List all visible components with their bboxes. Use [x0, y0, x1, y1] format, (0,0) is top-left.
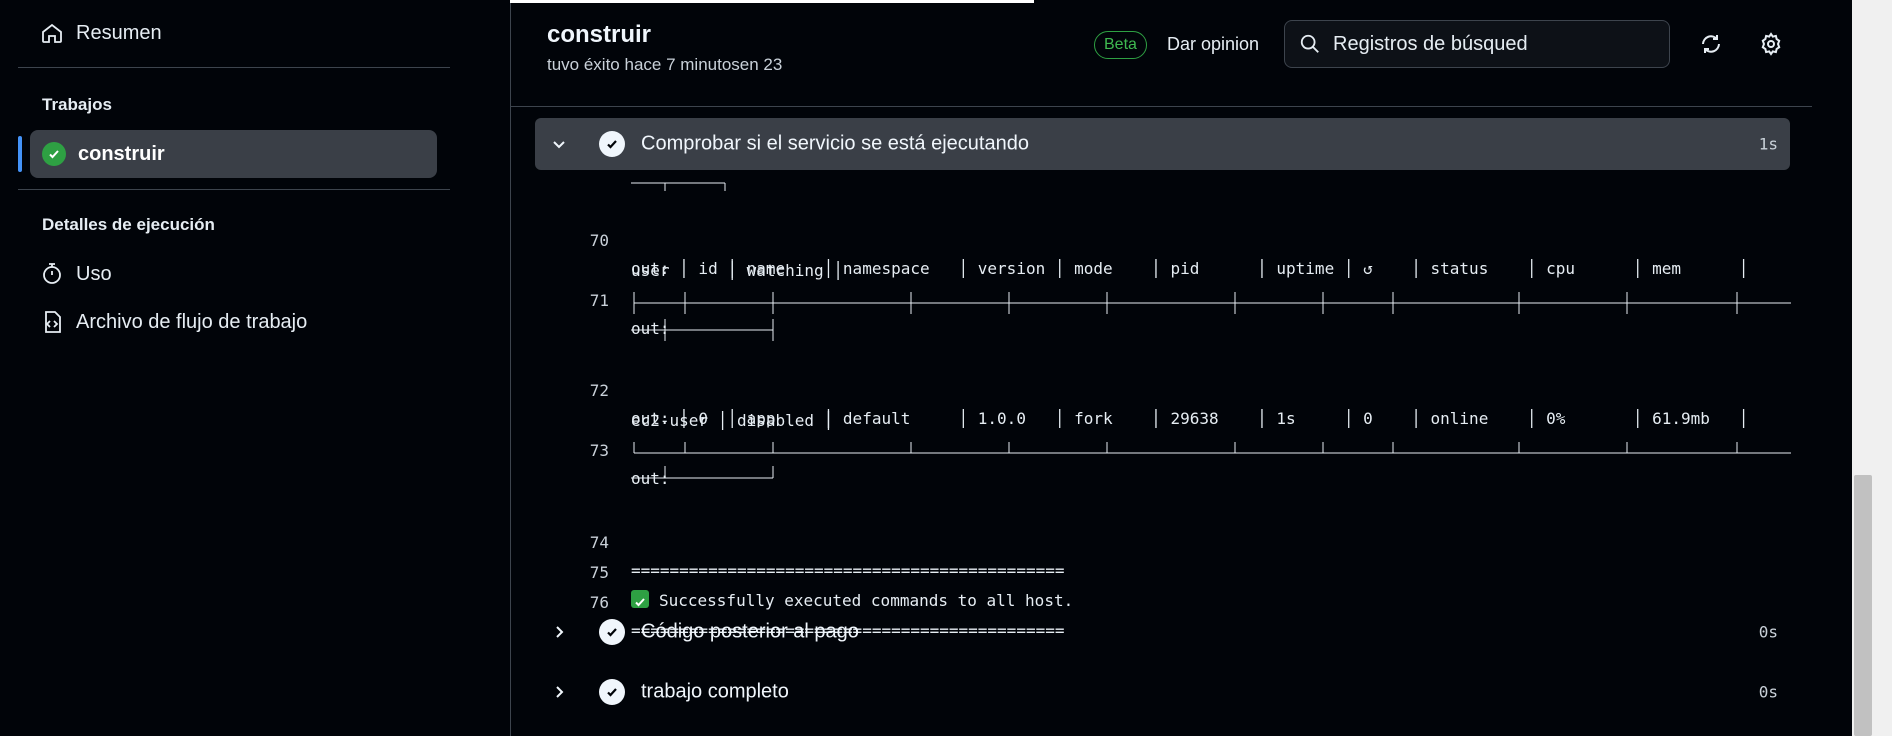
- active-indicator: [18, 136, 22, 172]
- log-line: [511, 319, 1813, 341]
- job-log-panel: construir tuvo éxito hace 7 minutosen 23…: [510, 3, 1814, 736]
- home-icon: [42, 23, 62, 43]
- gear-icon: [1761, 32, 1781, 56]
- table-border: [631, 466, 774, 479]
- sidebar-item-label: Archivo de flujo de trabajo: [76, 310, 308, 333]
- step-label: Código posterior al pago: [641, 620, 859, 643]
- sidebar-item-job-build[interactable]: construir: [18, 130, 437, 178]
- sidebar-item-label: Resumen: [76, 21, 162, 44]
- chevron-right-icon: [549, 622, 569, 642]
- refresh-icon: [1702, 35, 1720, 53]
- log-line: 72 out: │ 0 │ app │ default │ 1.0.0 │ fo…: [511, 349, 1813, 428]
- step-header-collapsed[interactable]: trabajo completo 0s: [535, 670, 1790, 714]
- scrollbar-thumb[interactable]: [1854, 475, 1872, 736]
- run-details-title: Detalles de ejecución: [42, 215, 215, 234]
- log-line: 76 =====================================…: [511, 561, 1813, 640]
- page-title: construir: [547, 21, 652, 48]
- check-circle-icon: [599, 131, 625, 157]
- log-line: [511, 439, 1813, 467]
- log-line: 71 out:: [511, 259, 1813, 338]
- log-line: 70 out: │ id │ name │ namespace │ versio…: [511, 199, 1813, 278]
- check-circle-icon: [599, 679, 625, 705]
- log-line: [511, 466, 1813, 488]
- log-line: user │ watching │: [511, 229, 1813, 280]
- step-duration: 0s: [1758, 622, 1778, 642]
- step-header-collapsed[interactable]: Código posterior al pago 0s: [535, 610, 1790, 654]
- log-search-box[interactable]: [1284, 20, 1670, 68]
- sidebar: Resumen Trabajos construir Detalles de e…: [0, 0, 510, 736]
- sidebar-item-workflow-file[interactable]: Archivo de flujo de trabajo: [40, 302, 307, 342]
- step-label: Comprobar si el servicio se está ejecuta…: [641, 132, 1029, 155]
- log-line: ec2-user │ disabled │: [511, 379, 1813, 430]
- search-icon: [1300, 34, 1319, 53]
- chevron-right-icon: [549, 682, 569, 702]
- job-status-text: tuvo éxito hace 7 minutosen 23: [547, 55, 783, 74]
- divider: [18, 189, 450, 190]
- log-line: [511, 289, 1813, 317]
- sidebar-item-summary[interactable]: Resumen: [40, 13, 162, 53]
- table-border: [633, 292, 1791, 314]
- table-border: [633, 442, 1791, 454]
- step-duration: 1s: [1758, 134, 1778, 154]
- beta-badge: Beta: [1094, 31, 1147, 59]
- feedback-link[interactable]: Dar opinion: [1167, 34, 1259, 55]
- log-text: Successfully executed commands to all ho…: [659, 591, 1074, 610]
- sidebar-item-usage[interactable]: Uso: [40, 254, 112, 294]
- log-line: 73 out:: [511, 409, 1813, 488]
- chevron-down-icon: [549, 134, 569, 154]
- refresh-button[interactable]: [1694, 27, 1728, 61]
- table-border: [631, 319, 774, 341]
- job-label: construir: [78, 142, 165, 165]
- search-input[interactable]: [1333, 32, 1533, 56]
- stopwatch-icon: [43, 263, 61, 284]
- step-label: trabajo completo: [641, 680, 789, 703]
- right-gutter: [1812, 0, 1856, 736]
- step-duration: 0s: [1758, 682, 1778, 702]
- jobs-section-title: Trabajos: [42, 95, 112, 114]
- success-check-icon: [42, 142, 66, 166]
- table-border: [631, 182, 726, 191]
- log-line: 75 Successfully executed commands to all…: [511, 531, 1813, 610]
- divider: [18, 67, 450, 68]
- check-circle-icon: [599, 619, 625, 645]
- file-code-icon: [45, 311, 61, 333]
- settings-button[interactable]: [1754, 27, 1788, 61]
- sidebar-item-label: Uso: [76, 262, 112, 285]
- step-header-expanded[interactable]: Comprobar si el servicio se está ejecuta…: [535, 118, 1790, 170]
- log-line: [511, 173, 1813, 191]
- job-header: construir tuvo éxito hace 7 minutosen 23…: [511, 3, 1813, 107]
- log-line: 74 =====================================…: [511, 501, 1813, 580]
- check-box-icon: [631, 590, 649, 608]
